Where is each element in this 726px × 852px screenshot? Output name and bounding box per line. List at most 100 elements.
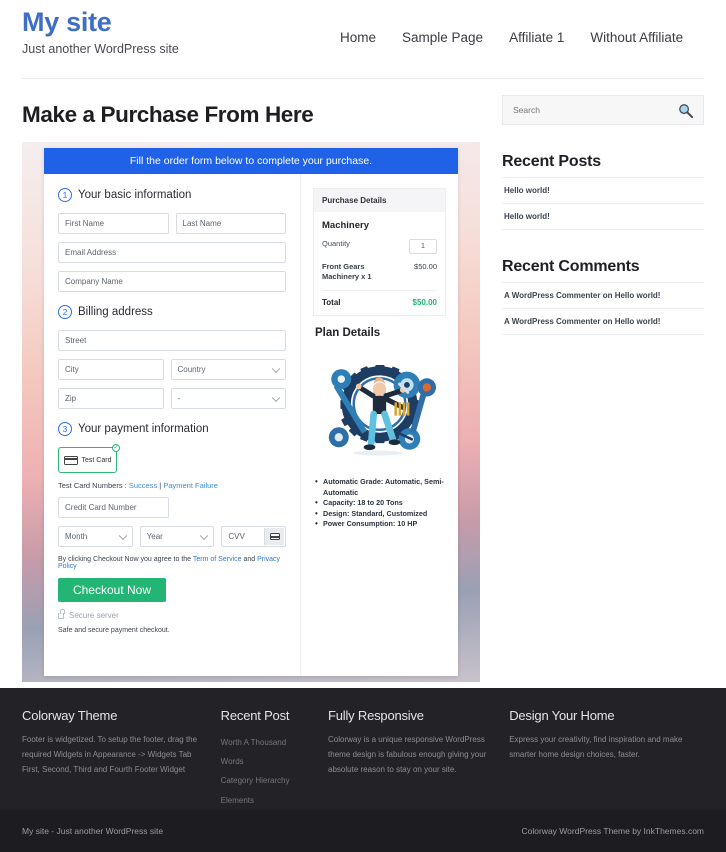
test-card-option[interactable]: Test Card ✓ <box>58 444 120 473</box>
nav-item-without-affiliate[interactable]: Without Affiliate <box>590 30 683 45</box>
state-select-value: - <box>177 394 181 403</box>
footer-column-text: Colorway is a unique responsive WordPres… <box>328 735 487 774</box>
footer-column-design-your-home: Design Your Home Express your creativity… <box>509 708 704 810</box>
chevron-down-icon <box>271 393 281 402</box>
street-input[interactable]: Street <box>58 330 286 351</box>
footer-column-title: Design Your Home <box>509 708 615 723</box>
list-item[interactable]: A WordPress Commenter on Hello world! <box>502 282 704 308</box>
nav-item-sample-page[interactable]: Sample Page <box>402 30 483 45</box>
term-of-service-link[interactable]: Term of Service <box>193 556 242 563</box>
last-name-input[interactable]: Last Name <box>175 213 286 234</box>
checkout-form-column: 1 Your basic information First Name Last… <box>44 174 301 676</box>
plan-details-heading: Plan Details <box>315 327 381 340</box>
step-3-number: 3 <box>58 422 72 436</box>
quantity-row: Quantity 1 <box>322 239 437 254</box>
line-item-row: Front Gears Machinery x 1 $50.00 <box>322 262 437 282</box>
footer-site-credit: My site - Just another WordPress site <box>22 826 164 836</box>
country-select[interactable]: Country <box>170 359 286 380</box>
checkout-background: Fill the order form below to complete yo… <box>22 142 480 682</box>
state-select[interactable]: - <box>170 388 286 409</box>
search-input[interactable] <box>513 105 663 115</box>
plan-feature-item: Capacity: 18 to 20 Tons <box>313 497 446 509</box>
list-item[interactable]: Worth A Thousand Words <box>221 733 310 771</box>
expiry-month-select[interactable]: Month <box>58 526 133 547</box>
expiry-cvv-row: Month Year CVV <box>58 526 287 547</box>
list-item[interactable]: Category Hierarchy <box>221 771 310 790</box>
search-icon[interactable] <box>678 103 693 118</box>
footer-bottom-bar: My site - Just another WordPress site Co… <box>0 810 726 852</box>
search-widget[interactable] <box>502 95 704 125</box>
cvv-card-icon <box>264 528 285 545</box>
first-name-input[interactable]: First Name <box>58 213 169 234</box>
city-input[interactable]: City <box>58 359 164 380</box>
footer-theme-credit[interactable]: Colorway WordPress Theme by InkThemes.co… <box>522 826 705 836</box>
recent-posts-list: Hello world! Hello world! <box>502 177 704 230</box>
terms-mid: and <box>241 556 258 563</box>
nav-item-home[interactable]: Home <box>340 30 376 45</box>
step-3-title: Your payment information <box>78 423 209 435</box>
list-item[interactable]: A WordPress Commenter on Hello world! <box>502 308 704 335</box>
list-item[interactable]: Elements <box>221 791 310 810</box>
footer-column-title: Colorway Theme <box>22 708 118 723</box>
test-failure-link[interactable]: Payment Failure <box>163 481 218 490</box>
total-row: Total $50.00 <box>322 290 437 307</box>
plan-feature-item: Power Consumption: 10 HP <box>313 518 446 530</box>
list-item[interactable]: Hello world! <box>502 203 704 230</box>
plan-feature-item: Automatic Grade: Automatic, Semi-Automat… <box>313 476 446 498</box>
chevron-down-icon <box>200 531 209 540</box>
page-wrapper: Make a Purchase From Here Fill the order… <box>0 79 726 682</box>
cvv-placeholder-text: CVV <box>228 532 245 541</box>
quantity-label: Quantity <box>322 239 350 248</box>
purchase-details-heading: Purchase Details <box>314 189 445 212</box>
main-content: Make a Purchase From Here Fill the order… <box>22 79 480 682</box>
footer-column-title: Fully Responsive <box>328 708 424 723</box>
test-card-numbers-note: Test Card Numbers : Success | Payment Fa… <box>58 481 286 490</box>
step-1-number: 1 <box>58 188 72 202</box>
step-1-header: 1 Your basic information <box>58 188 286 202</box>
list-item[interactable]: Hello world! <box>502 177 704 203</box>
credit-card-icon <box>63 455 78 465</box>
cvv-input[interactable]: CVV <box>221 526 287 547</box>
step-3-header: 3 Your payment information <box>58 422 286 436</box>
plan-feature-item: Design: Standard, Customized <box>313 508 446 520</box>
safe-payment-note: Safe and secure payment checkout. <box>58 627 170 634</box>
product-name: Machinery <box>322 220 369 231</box>
recent-comments-title: Recent Comments <box>502 258 640 275</box>
zip-input[interactable]: Zip <box>58 388 164 409</box>
city-country-row: City Country <box>58 359 286 380</box>
expiry-year-value: Year <box>146 532 163 541</box>
site-branding[interactable]: My site Just another WordPress site <box>22 0 179 56</box>
site-tagline: Just another WordPress site <box>22 41 179 56</box>
purchase-details-column: Purchase Details Machinery Quantity 1 Fr… <box>301 174 458 676</box>
step-2-header: 2 Billing address <box>58 305 286 319</box>
site-header: My site Just another WordPress site Home… <box>0 0 726 78</box>
company-name-input[interactable]: Company Name <box>58 271 286 292</box>
expiry-year-select[interactable]: Year <box>139 526 215 547</box>
recent-comments-list: A WordPress Commenter on Hello world! A … <box>502 282 704 335</box>
quantity-input[interactable]: 1 <box>409 239 437 254</box>
expiry-month-value: Month <box>65 532 88 541</box>
footer-column-text: Express your creativity, find inspiratio… <box>509 735 683 759</box>
credit-card-number-input[interactable]: Credit Card Number <box>58 497 169 518</box>
footer-column-text: Footer is widgetized. To setup the foote… <box>22 735 198 774</box>
test-success-link[interactable]: Success <box>129 481 157 490</box>
name-fields-row: First Name Last Name <box>58 213 286 234</box>
site-footer: Colorway Theme Footer is widgetized. To … <box>0 688 726 852</box>
terms-prefix: By clicking Checkout Now you agree to th… <box>58 556 193 563</box>
line-item-price: $50.00 <box>414 262 437 271</box>
site-title[interactable]: My site <box>22 7 179 38</box>
line-item-name: Front Gears Machinery x 1 <box>322 262 372 282</box>
plan-feature-list: Automatic Grade: Automatic, Semi-Automat… <box>313 476 446 530</box>
email-input[interactable]: Email Address <box>58 242 286 263</box>
step-2-number: 2 <box>58 305 72 319</box>
recent-posts-title: Recent Posts <box>502 153 601 170</box>
nav-item-affiliate-1[interactable]: Affiliate 1 <box>509 30 564 45</box>
checkout-now-button[interactable]: Checkout Now <box>58 578 166 602</box>
footer-column-fully-responsive: Fully Responsive Colorway is a unique re… <box>328 708 509 810</box>
credit-card-icon <box>269 533 280 540</box>
footer-widgets: Colorway Theme Footer is widgetized. To … <box>0 688 726 810</box>
test-numbers-prefix: Test Card Numbers : <box>58 481 129 490</box>
step-2-title: Billing address <box>78 306 153 318</box>
terms-notice: By clicking Checkout Now you agree to th… <box>58 556 286 570</box>
zip-state-row: Zip - <box>58 388 286 409</box>
